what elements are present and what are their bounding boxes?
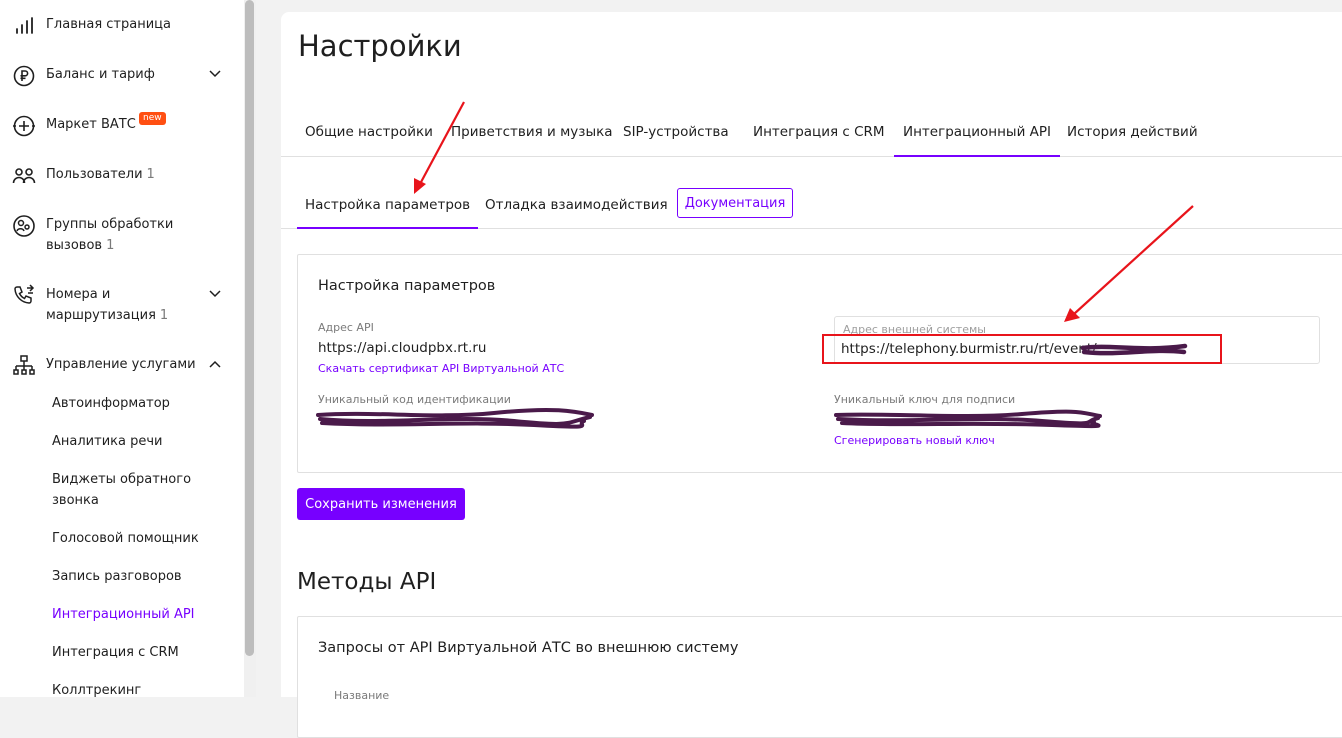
api-subtabs: Настройка параметров Отладка взаимодейст… [281,188,1342,229]
bar-chart-icon [12,14,36,38]
call-group-icon [12,214,36,238]
tab-greetings-music[interactable]: Приветствия и музыка [451,122,613,142]
section-title-api-methods: Методы API [297,569,437,595]
subtab-debug[interactable]: Отладка взаимодействия [485,195,668,215]
count-badge: 1 [106,238,115,253]
count-badge: 1 [159,308,169,323]
sidebar-subitem-autoinformer[interactable]: Автоинформатор [52,393,232,414]
api-address-label: Адрес API [318,321,374,334]
chevron-down-icon[interactable] [208,287,222,301]
name-column-label: Название [334,689,390,702]
api-address-value: https://api.cloudpbx.rt.ru [318,340,487,356]
sidebar-item-label: Пользователи [46,167,143,182]
sidebar-subitem-voice-assistant[interactable]: Голосовой помощник [52,528,232,549]
sidebar-subitem-crm-integration[interactable]: Интеграция с CRM [52,642,232,663]
sidebar: Главная страница Баланс и тариф Маркет В… [0,0,244,697]
tab-history[interactable]: История действий [1067,122,1198,142]
save-button[interactable]: Сохранить изменения [297,488,465,520]
sidebar-subitem-calltracking[interactable]: Коллтрекинг [52,680,232,697]
settings-tabs: Общие настройки Приветствия и музыка SIP… [281,110,1342,157]
page-title: Настройки [298,29,462,63]
documentation-button[interactable]: Документация [677,188,793,218]
subtab-parameters[interactable]: Настройка параметров [296,195,479,229]
chevron-down-icon[interactable] [208,67,222,81]
tab-crm-integration[interactable]: Интеграция с CRM [753,122,885,142]
users-icon [12,164,36,188]
sidebar-item-label: Главная страница [46,17,171,32]
generate-key-link[interactable]: Сгенерировать новый ключ [834,434,995,448]
sidebar-item-label: Маркет ВАТС [46,117,136,132]
count-badge: 1 [146,167,155,182]
redacted-unique-id [316,407,594,429]
api-methods-panel: Запросы от API Виртуальной АТС во внешню… [297,616,1342,738]
sidebar-scrollbar-thumb[interactable] [245,0,254,656]
panel-title: Настройка параметров [318,278,496,294]
download-certificate-link[interactable]: Скачать сертификат API Виртуальной АТС [318,362,564,376]
market-icon [12,114,36,138]
sidebar-item-label: Баланс и тариф [46,67,155,82]
chevron-up-icon[interactable] [208,357,222,371]
annotation-highlight-box [822,334,1222,364]
sidebar-subitem-callback-widgets[interactable]: Виджеты обратного звонка [52,469,202,511]
tab-sip-devices[interactable]: SIP-устройства [623,122,729,142]
sidebar-subitem-integration-api[interactable]: Интеграционный API [52,604,232,625]
tab-integration-api[interactable]: Интеграционный API [894,122,1060,157]
sidebar-subitem-speech-analytics[interactable]: Аналитика речи [52,431,232,452]
phone-routing-icon [12,284,36,308]
new-badge: new [139,112,166,125]
redacted-sign-key [834,409,1102,429]
sidebar-item-label: Номера и маршрутизация [46,287,156,323]
ruble-icon [12,64,36,88]
services-icon [12,354,36,378]
tab-general[interactable]: Общие настройки [305,122,433,142]
panel-title: Запросы от API Виртуальной АТС во внешню… [318,640,739,656]
sidebar-subitem-call-recording[interactable]: Запись разговоров [52,566,232,587]
sidebar-item-label: Управление услугами [46,357,196,372]
